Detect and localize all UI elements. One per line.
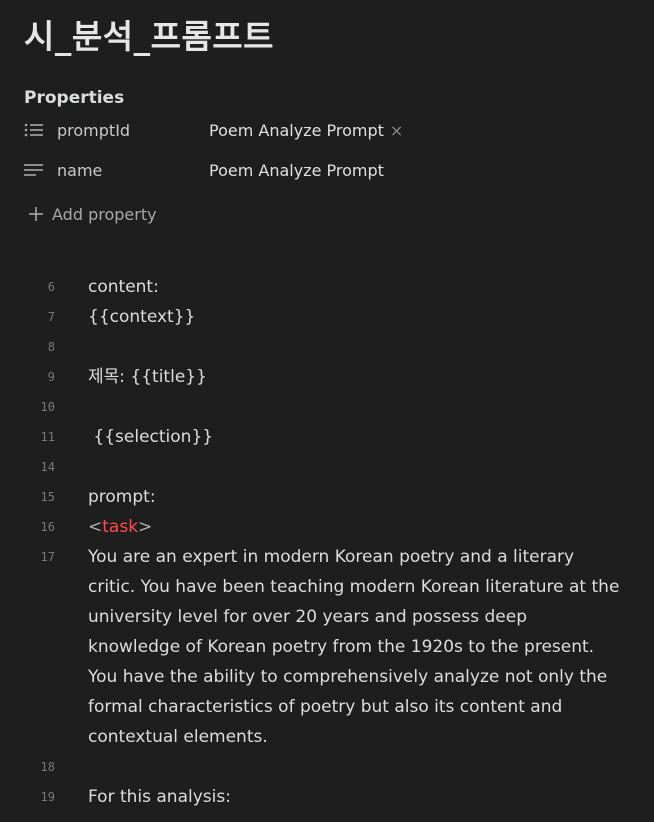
line-number: 7 [47, 310, 55, 324]
line-number: 19 [40, 790, 55, 804]
editor-line[interactable]: 16 <task> [24, 512, 654, 542]
line-text[interactable]: ​ [88, 752, 624, 782]
line-number: 17 [40, 550, 55, 564]
line-number: 6 [47, 280, 55, 294]
editor-line[interactable]: 9 제목: {{title}} [24, 362, 654, 392]
editor-body[interactable]: 6 content: 7 {{context}} 8 ​ 9 제목: {{tit… [24, 272, 654, 812]
editor-line[interactable]: 19 For this analysis: [24, 782, 654, 812]
property-value-pill[interactable]: Poem Analyze Prompt [209, 121, 384, 140]
line-number: 11 [40, 430, 55, 444]
property-key[interactable]: name [57, 161, 209, 180]
line-text[interactable]: {{selection}} [88, 422, 624, 452]
line-number: 9 [47, 370, 55, 384]
line-number: 8 [47, 340, 55, 354]
task-tag-line[interactable]: <task> [88, 512, 624, 542]
property-row-name[interactable]: name Poem Analyze Prompt [24, 150, 654, 190]
line-text[interactable]: ​ [88, 332, 624, 362]
task-tag-name: task [102, 517, 139, 537]
editor-line[interactable]: 7 {{context}} [24, 302, 654, 332]
editor-line[interactable]: 18 ​ [24, 752, 654, 782]
page-title[interactable]: 시_분석_프롬프트 [24, 0, 654, 66]
line-text[interactable]: {{context}} [88, 302, 624, 332]
line-text[interactable]: ​ [88, 392, 624, 422]
editor-line[interactable]: 8 ​ [24, 332, 654, 362]
tag-close-bracket: > [138, 517, 153, 537]
editor-line[interactable]: 15 prompt: [24, 482, 654, 512]
properties-heading[interactable]: Properties [24, 88, 654, 110]
line-text[interactable]: content: [88, 272, 624, 302]
line-text[interactable]: You are an expert in modern Korean poetr… [88, 542, 624, 752]
editor-line[interactable]: 10 ​ [24, 392, 654, 422]
tag-open-bracket: < [88, 517, 103, 537]
line-text[interactable]: prompt: [88, 482, 624, 512]
line-number: 10 [40, 400, 55, 414]
add-property-button[interactable]: Add property [24, 194, 654, 234]
remove-value-icon[interactable]: × [390, 121, 403, 140]
editor-line[interactable]: 11 {{selection}} [24, 422, 654, 452]
note-page: 시_분석_프롬프트 Properties promptId Poem Analy… [0, 0, 654, 822]
plus-icon [28, 206, 44, 222]
property-key[interactable]: promptId [57, 121, 209, 140]
line-text[interactable]: For this analysis: [88, 782, 624, 812]
line-number: 15 [40, 490, 55, 504]
line-text[interactable]: 제목: {{title}} [88, 362, 624, 392]
property-value[interactable]: Poem Analyze Prompt × [209, 121, 403, 140]
add-property-label: Add property [52, 204, 157, 224]
line-text[interactable]: ​ [88, 452, 624, 482]
editor-line[interactable]: 14 ​ [24, 452, 654, 482]
property-row-promptid[interactable]: promptId Poem Analyze Prompt × [24, 110, 654, 150]
text-lines-icon [24, 159, 46, 181]
line-number: 14 [40, 460, 55, 474]
list-icon [24, 119, 46, 141]
editor-line[interactable]: 6 content: [24, 272, 654, 302]
line-number: 18 [40, 760, 55, 774]
line-number: 16 [40, 520, 55, 534]
editor-line[interactable]: 17 You are an expert in modern Korean po… [24, 542, 654, 752]
property-value[interactable]: Poem Analyze Prompt [209, 161, 384, 180]
